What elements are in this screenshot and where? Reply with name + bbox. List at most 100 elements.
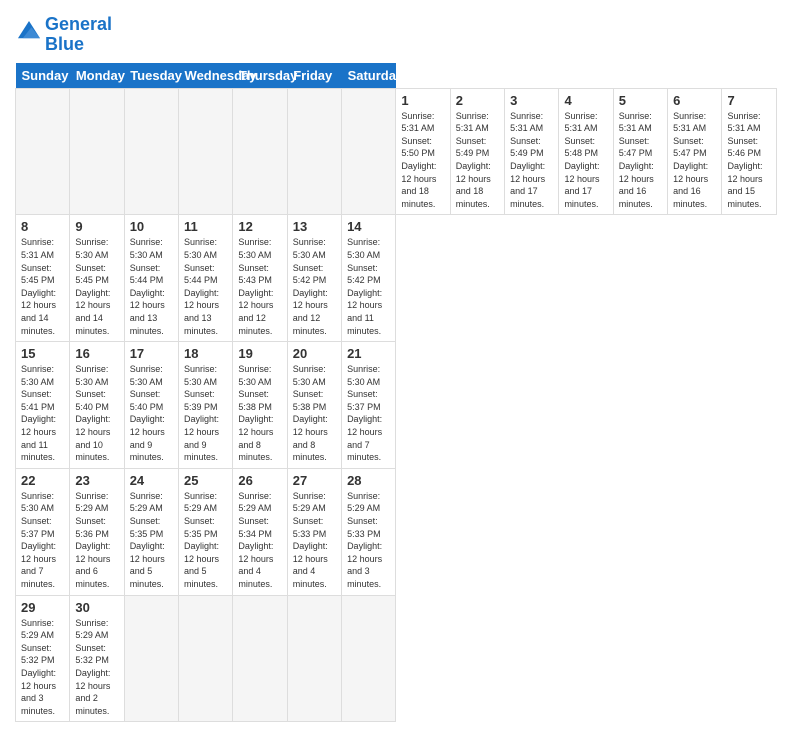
calendar-cell: 25Sunrise: 5:29 AMSunset: 5:35 PMDayligh…	[179, 468, 233, 595]
day-info: Sunrise: 5:30 AMSunset: 5:44 PMDaylight:…	[184, 236, 227, 337]
day-number: 21	[347, 346, 390, 361]
logo-text2: Blue	[45, 35, 112, 55]
day-info: Sunrise: 5:29 AMSunset: 5:33 PMDaylight:…	[293, 490, 336, 591]
day-number: 3	[510, 93, 553, 108]
day-number: 13	[293, 219, 336, 234]
calendar-cell: 6Sunrise: 5:31 AMSunset: 5:47 PMDaylight…	[668, 88, 722, 215]
calendar-cell: 23 Sunrise: 5:29 AMSunset: 5:36 PMDayligh…	[70, 468, 124, 595]
day-info: Sunrise: 5:30 AMSunset: 5:37 PMDaylight:…	[21, 490, 64, 591]
day-number: 28	[347, 473, 390, 488]
calendar-cell: 13 Sunrise: 5:30 AMSunset: 5:42 PMDayligh…	[287, 215, 341, 342]
calendar-cell	[287, 88, 341, 215]
day-info: Sunrise: 5:31 AMSunset: 5:50 PMDaylight:…	[401, 110, 444, 211]
calendar-cell: 26Sunrise: 5:29 AMSunset: 5:34 PMDayligh…	[233, 468, 287, 595]
day-number: 23	[75, 473, 118, 488]
day-info: Sunrise: 5:30 AMSunset: 5:38 PMDaylight:…	[293, 363, 336, 464]
calendar-cell	[342, 595, 396, 722]
calendar-week-row: 15 Sunrise: 5:30 AMSunset: 5:41 PMDayligh…	[16, 342, 777, 469]
day-number: 10	[130, 219, 173, 234]
day-info: Sunrise: 5:30 AMSunset: 5:42 PMDaylight:…	[293, 236, 336, 337]
calendar-cell: 12 Sunrise: 5:30 AMSunset: 5:43 PMDayligh…	[233, 215, 287, 342]
day-number: 4	[564, 93, 607, 108]
day-info: Sunrise: 5:29 AMSunset: 5:32 PMDaylight:…	[21, 617, 64, 718]
day-of-week-header: Saturday	[342, 63, 396, 89]
calendar-cell: 9 Sunrise: 5:30 AMSunset: 5:45 PMDaylight…	[70, 215, 124, 342]
logo-text: General	[45, 15, 112, 35]
day-number: 17	[130, 346, 173, 361]
calendar-cell: 21 Sunrise: 5:30 AMSunset: 5:37 PMDayligh…	[342, 342, 396, 469]
calendar-cell: 27 Sunrise: 5:29 AMSunset: 5:33 PMDayligh…	[287, 468, 341, 595]
day-number: 7	[727, 93, 771, 108]
day-info: Sunrise: 5:30 AMSunset: 5:43 PMDaylight:…	[238, 236, 281, 337]
day-number: 29	[21, 600, 64, 615]
calendar-cell: 15 Sunrise: 5:30 AMSunset: 5:41 PMDayligh…	[16, 342, 70, 469]
day-number: 11	[184, 219, 227, 234]
day-info: Sunrise: 5:31 AMSunset: 5:49 PMDaylight:…	[456, 110, 499, 211]
day-number: 16	[75, 346, 118, 361]
day-number: 18	[184, 346, 227, 361]
day-of-week-header: Sunday	[16, 63, 70, 89]
day-info: Sunrise: 5:29 AMSunset: 5:35 PMDaylight:…	[130, 490, 173, 591]
day-info: Sunrise: 5:29 AMSunset: 5:36 PMDaylight:…	[75, 490, 118, 591]
calendar-cell	[287, 595, 341, 722]
day-number: 24	[130, 473, 173, 488]
calendar-cell	[70, 88, 124, 215]
day-number: 1	[401, 93, 444, 108]
calendar-cell	[124, 88, 178, 215]
day-number: 19	[238, 346, 281, 361]
day-info: Sunrise: 5:30 AMSunset: 5:44 PMDaylight:…	[130, 236, 173, 337]
calendar-cell: 22 Sunrise: 5:30 AMSunset: 5:37 PMDayligh…	[16, 468, 70, 595]
day-info: Sunrise: 5:31 AMSunset: 5:45 PMDaylight:…	[21, 236, 64, 337]
day-number: 20	[293, 346, 336, 361]
day-number: 22	[21, 473, 64, 488]
day-info: Sunrise: 5:31 AMSunset: 5:46 PMDaylight:…	[727, 110, 771, 211]
calendar-cell: 30Sunrise: 5:29 AMSunset: 5:32 PMDayligh…	[70, 595, 124, 722]
day-info: Sunrise: 5:30 AMSunset: 5:40 PMDaylight:…	[75, 363, 118, 464]
calendar-cell: 14Sunrise: 5:30 AMSunset: 5:42 PMDayligh…	[342, 215, 396, 342]
day-info: Sunrise: 5:30 AMSunset: 5:38 PMDaylight:…	[238, 363, 281, 464]
day-info: Sunrise: 5:31 AMSunset: 5:47 PMDaylight:…	[619, 110, 662, 211]
day-number: 2	[456, 93, 499, 108]
day-of-week-header: Friday	[287, 63, 341, 89]
logo: General Blue	[15, 15, 112, 55]
day-number: 12	[238, 219, 281, 234]
calendar-cell: 18 Sunrise: 5:30 AMSunset: 5:39 PMDayligh…	[179, 342, 233, 469]
day-info: Sunrise: 5:31 AMSunset: 5:47 PMDaylight:…	[673, 110, 716, 211]
day-of-week-header: Thursday	[233, 63, 287, 89]
calendar-cell: 20 Sunrise: 5:30 AMSunset: 5:38 PMDayligh…	[287, 342, 341, 469]
calendar-cell: 19 Sunrise: 5:30 AMSunset: 5:38 PMDayligh…	[233, 342, 287, 469]
calendar-cell: 4 Sunrise: 5:31 AMSunset: 5:48 PMDaylight…	[559, 88, 613, 215]
calendar-table: SundayMondayTuesdayWednesdayThursdayFrid…	[15, 63, 777, 723]
day-info: Sunrise: 5:31 AMSunset: 5:48 PMDaylight:…	[564, 110, 607, 211]
page-container: General Blue SundayMondayTuesdayWednesda…	[0, 0, 792, 732]
day-number: 8	[21, 219, 64, 234]
calendar-cell: 16 Sunrise: 5:30 AMSunset: 5:40 PMDayligh…	[70, 342, 124, 469]
calendar-cell: 17 Sunrise: 5:30 AMSunset: 5:40 PMDayligh…	[124, 342, 178, 469]
calendar-cell	[16, 88, 70, 215]
calendar-body: 1 Sunrise: 5:31 AMSunset: 5:50 PMDaylight…	[16, 88, 777, 722]
day-of-week-header: Wednesday	[179, 63, 233, 89]
day-number: 9	[75, 219, 118, 234]
day-info: Sunrise: 5:30 AMSunset: 5:37 PMDaylight:…	[347, 363, 390, 464]
calendar-cell: 28Sunrise: 5:29 AMSunset: 5:33 PMDayligh…	[342, 468, 396, 595]
header: General Blue	[15, 10, 777, 55]
calendar-week-row: 29 Sunrise: 5:29 AMSunset: 5:32 PMDayligh…	[16, 595, 777, 722]
day-info: Sunrise: 5:30 AMSunset: 5:45 PMDaylight:…	[75, 236, 118, 337]
calendar-cell	[233, 88, 287, 215]
day-info: Sunrise: 5:29 AMSunset: 5:35 PMDaylight:…	[184, 490, 227, 591]
calendar-cell: 24 Sunrise: 5:29 AMSunset: 5:35 PMDayligh…	[124, 468, 178, 595]
day-info: Sunrise: 5:30 AMSunset: 5:39 PMDaylight:…	[184, 363, 227, 464]
day-info: Sunrise: 5:30 AMSunset: 5:41 PMDaylight:…	[21, 363, 64, 464]
calendar-cell	[179, 88, 233, 215]
day-number: 27	[293, 473, 336, 488]
day-info: Sunrise: 5:30 AMSunset: 5:42 PMDaylight:…	[347, 236, 390, 337]
calendar-cell: 8 Sunrise: 5:31 AMSunset: 5:45 PMDaylight…	[16, 215, 70, 342]
calendar-cell: 29 Sunrise: 5:29 AMSunset: 5:32 PMDayligh…	[16, 595, 70, 722]
day-info: Sunrise: 5:30 AMSunset: 5:40 PMDaylight:…	[130, 363, 173, 464]
calendar-cell	[233, 595, 287, 722]
calendar-cell: 3 Sunrise: 5:31 AMSunset: 5:49 PMDaylight…	[505, 88, 559, 215]
calendar-cell	[179, 595, 233, 722]
day-number: 15	[21, 346, 64, 361]
day-info: Sunrise: 5:31 AMSunset: 5:49 PMDaylight:…	[510, 110, 553, 211]
calendar-cell: 2 Sunrise: 5:31 AMSunset: 5:49 PMDaylight…	[450, 88, 504, 215]
